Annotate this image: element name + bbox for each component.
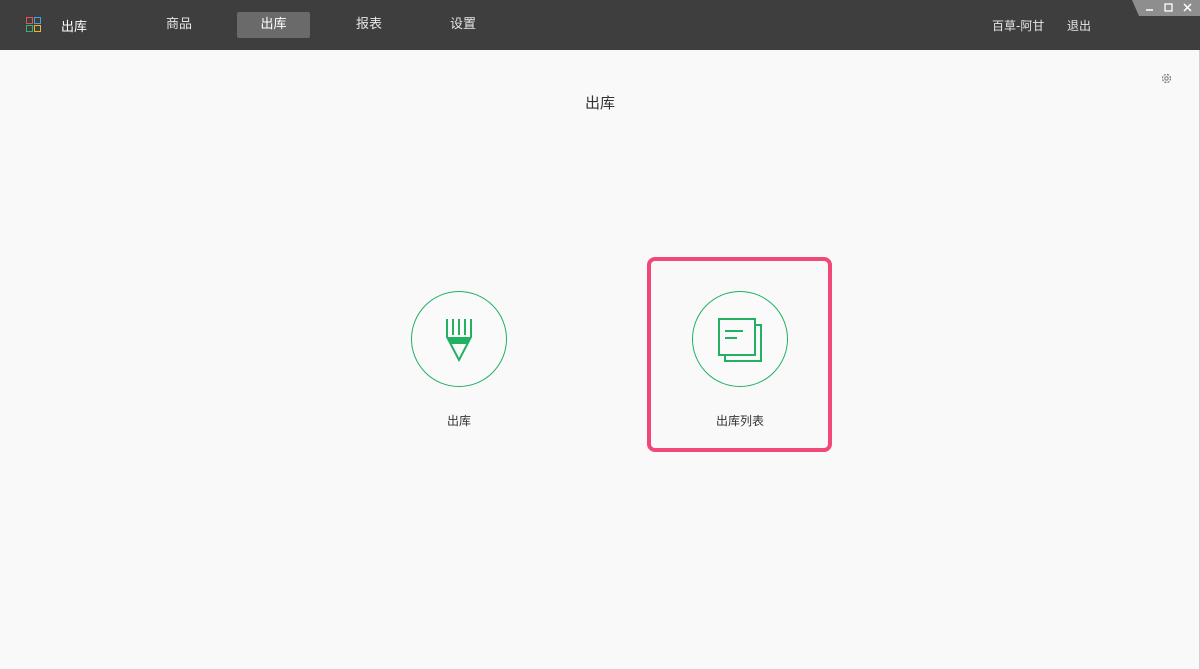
top-nav-bar: 出库 商品 出库 报表 设置 百草-阿甘 退出 bbox=[0, 0, 1200, 50]
tile-outbound-list-circle bbox=[692, 291, 788, 387]
nav-tab-products[interactable]: 商品 bbox=[150, 12, 208, 38]
user-name: 百草-阿甘 bbox=[992, 19, 1045, 33]
nav-tab-outbound[interactable]: 出库 bbox=[237, 12, 310, 38]
nav-tab-settings[interactable]: 设置 bbox=[434, 12, 492, 38]
page-title: 出库 bbox=[584, 94, 615, 112]
minimize-icon[interactable] bbox=[1144, 2, 1155, 13]
tile-outbound-circle bbox=[411, 291, 507, 387]
tile-outbound-list[interactable]: 出库列表 bbox=[680, 290, 800, 430]
nav-tab-reports[interactable]: 报表 bbox=[340, 12, 398, 38]
window-controls bbox=[1132, 0, 1200, 16]
close-icon[interactable] bbox=[1182, 2, 1193, 13]
tile-outbound[interactable]: 出库 bbox=[399, 290, 519, 430]
app-grid-logo-icon bbox=[26, 17, 41, 32]
gear-icon[interactable] bbox=[1160, 72, 1173, 85]
logout-button[interactable]: 退出 bbox=[1067, 17, 1091, 34]
pencil-icon bbox=[446, 319, 472, 363]
tile-outbound-label: 出库 bbox=[446, 414, 471, 428]
app-title: 出库 bbox=[61, 20, 88, 35]
tile-outbound-list-label: 出库列表 bbox=[715, 414, 764, 428]
maximize-icon[interactable] bbox=[1163, 2, 1174, 13]
documents-icon bbox=[718, 318, 762, 362]
